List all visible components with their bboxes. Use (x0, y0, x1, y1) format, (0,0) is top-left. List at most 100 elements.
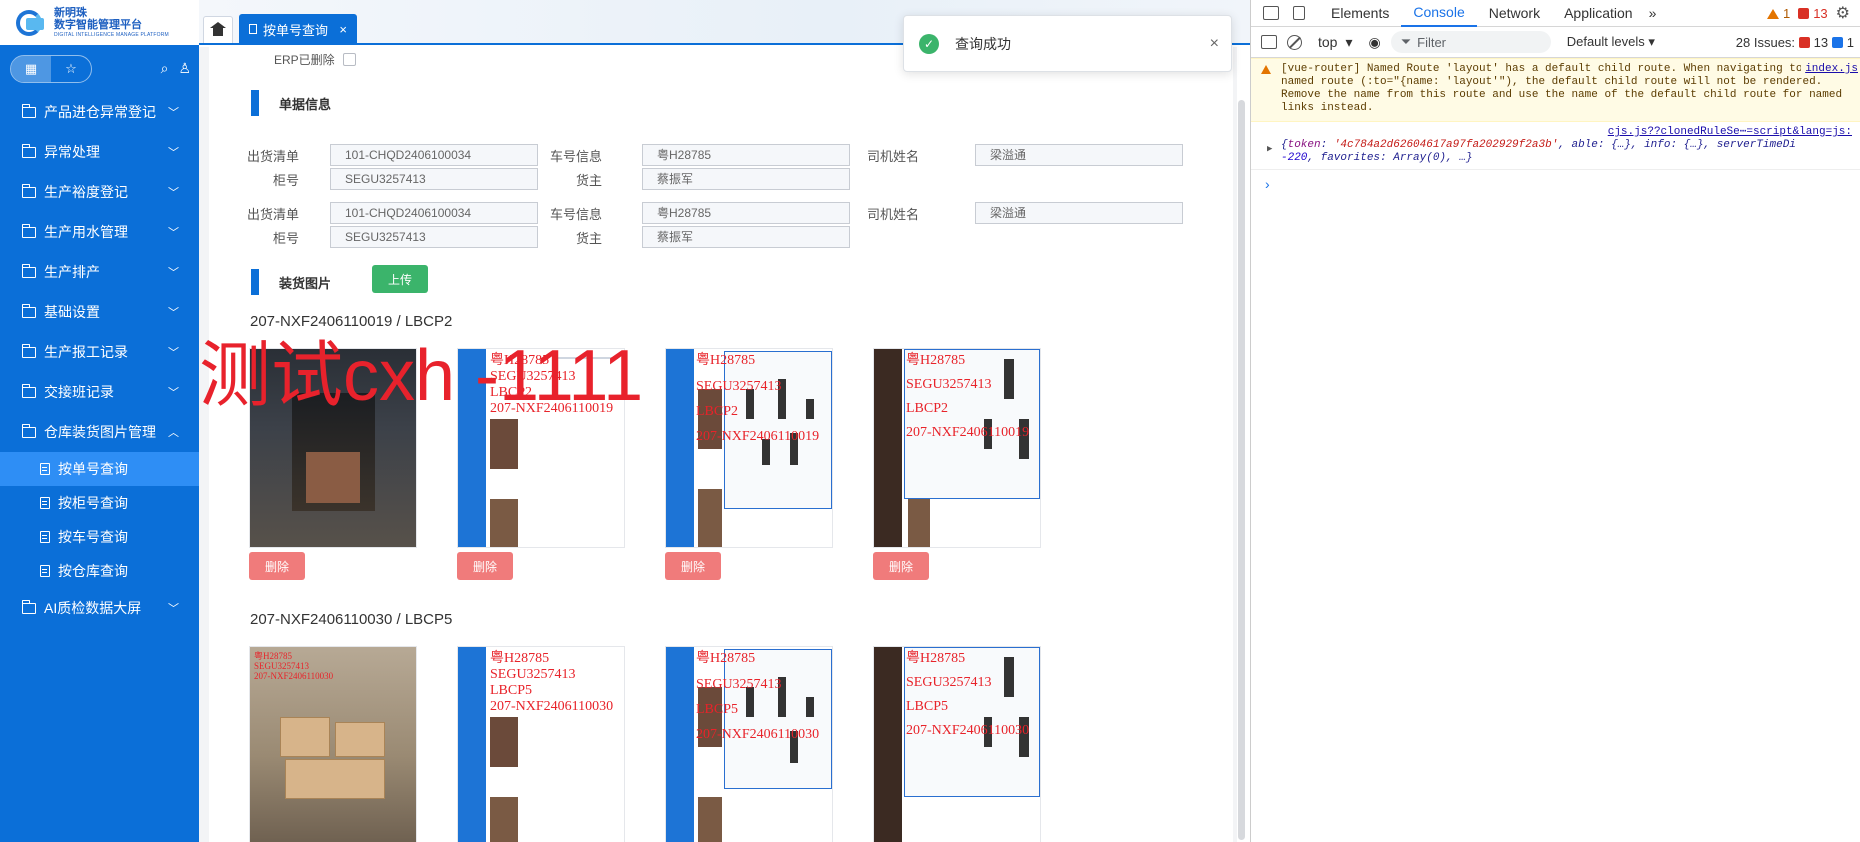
menu-item[interactable]: 生产用水管理 ﹀ (0, 212, 199, 252)
error-icon (1798, 36, 1810, 48)
tab-elements[interactable]: Elements (1319, 0, 1401, 27)
photo-overlay-text: LBCP5 (490, 683, 533, 698)
logo-icon (14, 8, 50, 38)
photo-overlay-text: SEGU3257413 (254, 661, 310, 671)
context-value: top (1318, 34, 1338, 50)
search-icon[interactable]: ⌕ (161, 60, 169, 77)
submenu-label: 按单号查询 (58, 461, 128, 477)
log-levels-select[interactable]: Default levels ▾ (1567, 34, 1655, 50)
field-label: 车号信息 (549, 148, 602, 164)
menu-item[interactable]: 生产报工记录 ﹀ (0, 332, 199, 372)
filter-input[interactable]: ⏷ Filter (1390, 31, 1551, 53)
loading-photo[interactable]: 粤H28785 SEGU3257413 LBCP2 207-NXF2406110… (873, 348, 1041, 548)
star-icon[interactable]: ☆ (51, 56, 91, 82)
view-toggle[interactable]: ▦ ☆ (10, 54, 92, 83)
devtools-panel: Elements Console Network Application » 1… (1250, 0, 1860, 842)
menu-item[interactable]: 生产排产 ﹀ (0, 252, 199, 292)
delete-button[interactable]: 删除 (665, 552, 721, 580)
photo-overlay-text: SEGU3257413 (906, 377, 992, 392)
issues-counter[interactable]: 28 Issues: 13 1 (1736, 35, 1860, 50)
folder-icon (21, 183, 36, 198)
folder-icon (21, 223, 36, 238)
field-label: 出货清单 (246, 148, 299, 164)
tab-console[interactable]: Console (1401, 0, 1477, 27)
driver-name-field: 梁溢通 (975, 202, 1183, 224)
inspect-icon[interactable] (1263, 6, 1279, 20)
submenu-item[interactable]: 按柜号查询 (0, 486, 199, 520)
field-label: 货主 (575, 172, 602, 188)
error-count: 13 (1813, 5, 1828, 21)
log-number: -220 (1281, 152, 1308, 164)
context-select[interactable]: top ▾ (1312, 34, 1359, 51)
folder-icon (21, 343, 36, 358)
delete-button[interactable]: 删除 (249, 552, 305, 580)
home-icon (210, 21, 226, 36)
filter-placeholder: Filter (1417, 34, 1447, 50)
driver-name-field: 梁溢通 (975, 144, 1183, 166)
erp-deleted-checkbox[interactable] (342, 53, 356, 66)
menu-label: 生产报工记录 (44, 344, 128, 360)
close-icon[interactable]: × (1210, 35, 1219, 53)
loading-photo[interactable]: 粤H28785 SEGU3257413 207-NXF2406110030 (249, 646, 417, 842)
console-log-entry[interactable]: cjs.js??clonedRuleSe⋯=script&lang=js: ▶ … (1251, 122, 1860, 170)
menu-item[interactable]: 交接班记录 ﹀ (0, 372, 199, 412)
close-icon[interactable]: × (339, 22, 347, 37)
clear-console-icon[interactable] (1287, 34, 1302, 50)
devtools-tabbar: Elements Console Network Application » 1… (1251, 0, 1860, 27)
section-title: 装货图片 (279, 275, 332, 291)
upload-button[interactable]: 上传 (372, 265, 428, 293)
more-tabs-icon[interactable]: » (1649, 5, 1657, 21)
log-rest: , able: {…}, info: {…}, serverTimeDi (1558, 139, 1796, 151)
log-source-link[interactable]: cjs.js??clonedRuleSe⋯=script&lang=js: (1281, 126, 1852, 139)
submenu-item[interactable]: 按车号查询 (0, 520, 199, 554)
loading-photo[interactable]: 粤H28785 SEGU3257413 LBCP5 207-NXF2406110… (873, 646, 1041, 842)
tab-application[interactable]: Application (1552, 0, 1645, 27)
expand-triangle-icon[interactable]: ▶ (1267, 143, 1272, 156)
error-badge[interactable]: 13 (1798, 5, 1828, 21)
tab-network[interactable]: Network (1477, 0, 1552, 27)
warning-badge[interactable]: 1 (1766, 6, 1790, 21)
chevron-down-icon: ﹀ (168, 347, 179, 359)
warning-source-link[interactable]: index.js (1801, 63, 1858, 76)
menu-item[interactable]: 生产裕度登记 ﹀ (0, 172, 199, 212)
menu-item-expanded[interactable]: 仓库装货图片管理 ︿ (0, 412, 199, 452)
menu-item[interactable]: AI质检数据大屏 ﹀ (0, 588, 199, 628)
submenu-label: 按仓库查询 (58, 563, 128, 579)
folder-icon (21, 143, 36, 158)
submenu-item[interactable]: 按仓库查询 (0, 554, 199, 588)
menu-item[interactable]: 基础设置 ﹀ (0, 292, 199, 332)
gear-icon[interactable]: ⚙ (1836, 3, 1850, 23)
menu-item[interactable]: 异常处理 ﹀ (0, 132, 199, 172)
logo-name: 新明珠 (54, 6, 87, 19)
check-circle-icon: ✓ (919, 33, 939, 54)
home-tab[interactable] (203, 16, 233, 43)
sidebar-toggle-icon[interactable] (1261, 35, 1277, 49)
menu-item[interactable]: 产品进仓异常登记 ﹀ (0, 92, 199, 132)
device-toolbar-icon[interactable] (1293, 6, 1305, 20)
user-icon[interactable]: ♙ (178, 60, 191, 77)
menu-label: 仓库装货图片管理 (44, 424, 156, 440)
grid-icon[interactable]: ▦ (11, 55, 51, 82)
photo-overlay-text: 207-NXF2406110030 (696, 727, 820, 742)
loading-photo[interactable]: 粤H28785 SEGU3257413 LBCP5 207-NXF2406110… (665, 646, 833, 842)
eye-icon[interactable]: ◉ (1369, 34, 1381, 51)
loading-photo[interactable]: 粤H28785 SEGU3257413 LBCP2 207-NXF2406110… (665, 348, 833, 548)
tab-order-query[interactable]: 按单号查询 × (239, 14, 357, 44)
log-string: '4c784a2d62604617a97fa202929f2a3b' (1333, 139, 1559, 151)
delete-button[interactable]: 删除 (457, 552, 513, 580)
loading-photo[interactable]: 粤H28785 SEGU3257413 LBCP5 207-NXF2406110… (457, 646, 625, 842)
picture-group-title: 207-NXF2406110030 / LBCP5 (250, 611, 453, 628)
log-levels-value: Default levels (1566, 34, 1645, 49)
console-prompt[interactable]: › (1251, 170, 1860, 192)
car-number-field: 粤H28785 (642, 144, 850, 166)
tab-label: 按单号查询 (263, 22, 329, 38)
erp-deleted-label: ERP已删除 (274, 53, 335, 67)
document-icon (40, 531, 50, 543)
delete-button[interactable]: 删除 (873, 552, 929, 580)
field-label: 货主 (575, 230, 602, 246)
vertical-scrollbar[interactable] (1238, 100, 1245, 840)
submenu-item-active[interactable]: 按单号查询 (0, 452, 199, 486)
console-warning[interactable]: index.js [vue-router] Named Route 'layou… (1251, 58, 1860, 122)
field-label: 车号信息 (549, 206, 602, 222)
car-number-field: 粤H28785 (642, 202, 850, 224)
